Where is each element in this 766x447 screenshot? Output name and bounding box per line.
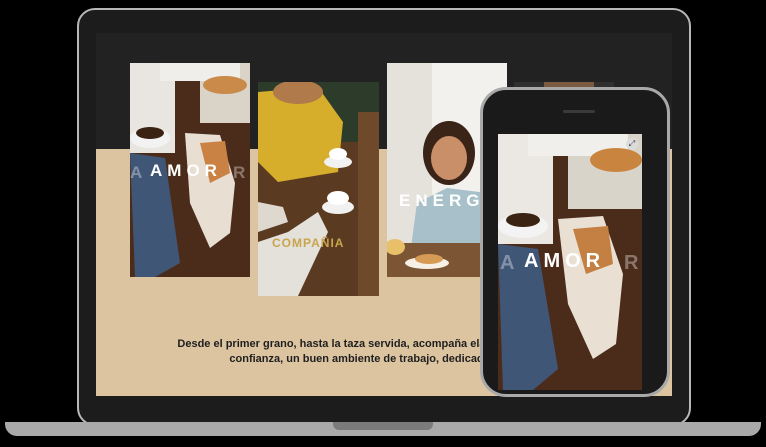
- slide-ghost-right: R: [233, 163, 250, 182]
- laptop-notch: [333, 422, 433, 430]
- phone-slide-ghost-right: R: [624, 252, 642, 274]
- people-coffee-photo: [258, 82, 379, 296]
- slide-word-compania: COMPAÑIA: [272, 236, 345, 250]
- phone-slide-word: AMOR: [524, 250, 606, 272]
- expand-icon[interactable]: ⤢: [626, 138, 638, 150]
- slide-word-amor: AMOR: [150, 161, 222, 180]
- slide-ghost-left: A: [130, 163, 148, 182]
- phone-frame: A AMOR R ⤢: [480, 87, 670, 397]
- slide-photo-amor[interactable]: A AMOR R: [130, 63, 250, 277]
- phone-slide-ghost-left: A: [500, 252, 520, 274]
- slide-photo-compania[interactable]: COMPAÑIA: [258, 82, 379, 296]
- phone-slide-amor[interactable]: A AMOR R ⤢: [498, 134, 642, 390]
- phone-speaker: [563, 110, 595, 113]
